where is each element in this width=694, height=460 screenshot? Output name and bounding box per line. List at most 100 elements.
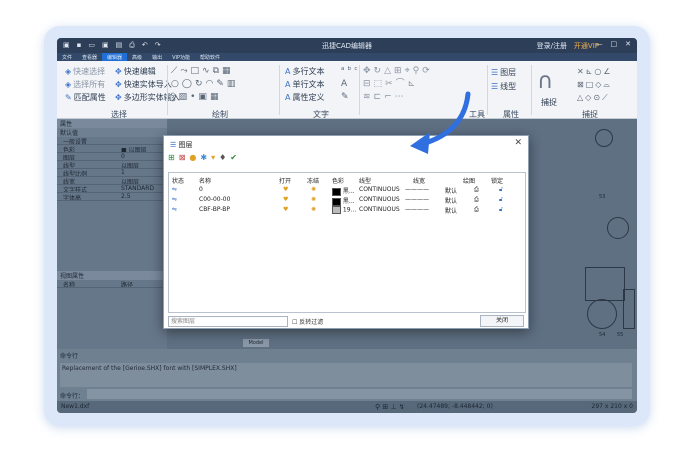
snap-tri-icon: △ — [577, 93, 586, 102]
spline-icon: ꝣ — [171, 92, 179, 102]
ribbon-divider — [167, 65, 168, 115]
status-coordinates: (24.47489; -8.448442; 0) — [417, 403, 493, 410]
menu-viewer[interactable]: 查看器 — [77, 53, 102, 61]
select-all-button[interactable]: ◈ 选择所有 — [65, 79, 105, 90]
quick-edit-button[interactable]: ✥ 快速编辑 — [115, 66, 156, 77]
quick-select-button[interactable]: ◈ 快速选择 — [65, 66, 105, 77]
arc-icon: ◠ — [205, 79, 217, 89]
on-bulb-icon: ♥ — [283, 206, 289, 213]
prop-row[interactable]: 文字样式 STANDARD — [57, 185, 167, 193]
snap-button[interactable]: 捕捉 — [541, 97, 557, 108]
delete-layer-icon[interactable]: ⊠ — [179, 153, 186, 162]
dialog-title: ☰ 图层 — [170, 141, 193, 149]
group-props-label: 属性 — [503, 110, 519, 119]
layer-table: 状态 名称 打开 冻结 色彩 线型 线宽 绘图 锁定 ⇋ 0 ♥ ✺ 黑... … — [168, 172, 526, 313]
attribute-definition-button[interactable]: A 属性定义 — [285, 92, 324, 103]
abc-icon: ᵃᵇᶜ — [341, 66, 361, 76]
status-icon: ⇋ — [172, 206, 178, 213]
light-icon[interactable]: ● — [189, 153, 196, 162]
ribbon-toolbar: ◈ 快速选择 ◈ 选择所有 ✎ 匹配属性 ✥ 快速编辑 ✥ 快速实体导入 ✥ 多边形实体输入… — [57, 61, 637, 119]
layer-row[interactable]: ⇋ C00-00-00 ♥ ✺ 黑... CONTINUOUS ———— 默认 … — [169, 194, 525, 206]
ribbon-divider — [531, 65, 532, 115]
snap-near-icon: ⟋ — [602, 93, 610, 102]
minimize-icon[interactable]: — — [596, 40, 603, 48]
quick-entity-import-button[interactable]: ✥ 快速实体导入 — [115, 79, 172, 90]
multiline-text-button[interactable]: A 多行文本 — [285, 66, 324, 77]
dialog-close-icon[interactable]: ✕ — [514, 138, 522, 148]
rectangle-icon: □ — [190, 66, 203, 76]
printer-icon: ⎙ — [474, 186, 479, 193]
section-general[interactable]: 一般设置 — [57, 137, 167, 145]
group-snap-label: 捕捉 — [582, 110, 598, 119]
linetype-button[interactable]: ☰ 线型 — [491, 81, 516, 92]
reverse-filter-checkbox[interactable]: ☐ 反转过滤 — [292, 317, 323, 326]
layer-search-input[interactable]: 搜索图层 — [168, 316, 288, 327]
pointer-arrow-icon — [410, 91, 471, 154]
command-input[interactable] — [87, 389, 632, 399]
canvas-label: 54 — [599, 332, 606, 338]
snap-modes[interactable]: ✕⊾○∠ ⊠□◇⌓ △◇⊙⟋ — [577, 65, 613, 104]
drawing-ornament — [585, 267, 625, 301]
prop-row[interactable]: 图层 0 — [57, 153, 167, 161]
refresh-icon: ⟳ — [422, 66, 433, 76]
snap-cross-icon: ✕ — [577, 67, 586, 76]
menu-help[interactable]: 帮助软件 — [195, 53, 225, 61]
group-text-label: 文字 — [313, 110, 329, 119]
freeze-icon[interactable]: ✱ — [200, 153, 207, 162]
login-button[interactable]: 登录/注册 — [537, 41, 567, 51]
status-snap-icons[interactable]: ⚲ ⊞ ⊥ ↯ — [375, 403, 405, 411]
on-bulb-icon: ♥ — [283, 196, 289, 203]
trim-icon: ✂ — [385, 79, 396, 89]
layer-table-header: 状态 名称 打开 冻结 色彩 线型 线宽 绘图 锁定 — [172, 178, 504, 185]
rotate-icon: ↻ — [194, 79, 206, 89]
draw-tools[interactable]: ⟋⤳□∿⧉▦ ○◯↻◠✎▥ ꝣ▨•▣▦ — [171, 65, 238, 104]
layer-button[interactable]: ☰ 图层 — [491, 67, 516, 78]
text-tools[interactable]: ᵃᵇᶜ A ✎ — [341, 65, 361, 104]
ribbon-divider — [359, 65, 360, 115]
pattern-icon: ▨ — [178, 92, 191, 102]
prop-row[interactable]: 线型比例 1 — [57, 169, 167, 177]
layer-row[interactable]: ⇋ 0 ♥ ✺ 黑... CONTINUOUS ———— 默认 ⎙ 🔓︎ — [169, 184, 525, 196]
lock-layer-icon[interactable]: ▾ — [211, 153, 215, 162]
view-properties-title: 视图属性 — [57, 271, 167, 280]
dialog-close-button[interactable]: 关闭 — [480, 315, 524, 327]
snap-square-icon: □ — [585, 80, 596, 89]
drawing-ornament — [595, 129, 613, 147]
prop-row[interactable]: 线型 以图层 — [57, 161, 167, 169]
circle-icon: ○ — [171, 79, 182, 89]
layer-row[interactable]: ⇋ CBF-BP-BP ♥ ✺ 19... CONTINUOUS ———— 默认… — [169, 204, 525, 215]
printer-icon: ⎙ — [474, 206, 479, 213]
properties-panel: 属性 默认值 一般设置 色彩 ■ 以图层 图层 0 线型 以图层 线型比例 1 线宽 以图… — [57, 119, 167, 349]
align-icon: ⊟ — [363, 79, 374, 89]
status-drawing-size: 297 x 210 x 0 — [591, 403, 633, 410]
properties-default[interactable]: 默认值 — [57, 128, 167, 137]
print-layer-icon[interactable]: ♦ — [219, 153, 226, 162]
menu-file[interactable]: 文件 — [57, 53, 77, 61]
window-controls: — □ ✕ — [596, 40, 632, 48]
explode-icon: ⌖ — [404, 66, 413, 76]
menu-advanced[interactable]: 高级 — [127, 53, 147, 61]
prop-row[interactable]: 线宽 以图层 — [57, 177, 167, 185]
single-line-text-button[interactable]: A 单行文本 — [285, 79, 324, 90]
new-layer-icon[interactable]: ⊞ — [168, 153, 175, 162]
prop-row[interactable]: 色彩 ■ 以图层 — [57, 145, 167, 153]
command-prompt-label: 命令行： — [60, 393, 85, 400]
model-tab[interactable]: Model — [243, 339, 269, 347]
menu-vip[interactable]: VIP功能 — [167, 53, 195, 61]
array-icon: ⊞ — [394, 66, 405, 76]
apply-check-icon[interactable]: ✔ — [230, 153, 237, 162]
match-properties-button[interactable]: ✎ 匹配属性 — [65, 92, 106, 103]
scale-icon: ⬚ — [373, 79, 386, 89]
menu-editor[interactable]: 编辑器 — [102, 53, 128, 61]
mirror-icon: △ — [384, 66, 395, 76]
find-icon: ⚲ — [412, 66, 423, 76]
polygon-entity-input-button[interactable]: ✥ 多边形实体输入 — [115, 92, 180, 103]
status-filename: New1.dxf — [61, 403, 90, 410]
maximize-icon[interactable]: □ — [611, 40, 618, 48]
magnet-icon[interactable]: ∩ — [537, 69, 553, 94]
dialog-footer: 搜索图层 ☐ 反转过滤 关闭 — [168, 315, 526, 328]
close-icon[interactable]: ✕ — [625, 40, 631, 48]
on-bulb-icon: ♥ — [283, 186, 289, 193]
menu-output[interactable]: 输出 — [147, 53, 167, 61]
prop-row[interactable]: 字体高 2.5 — [57, 193, 167, 201]
